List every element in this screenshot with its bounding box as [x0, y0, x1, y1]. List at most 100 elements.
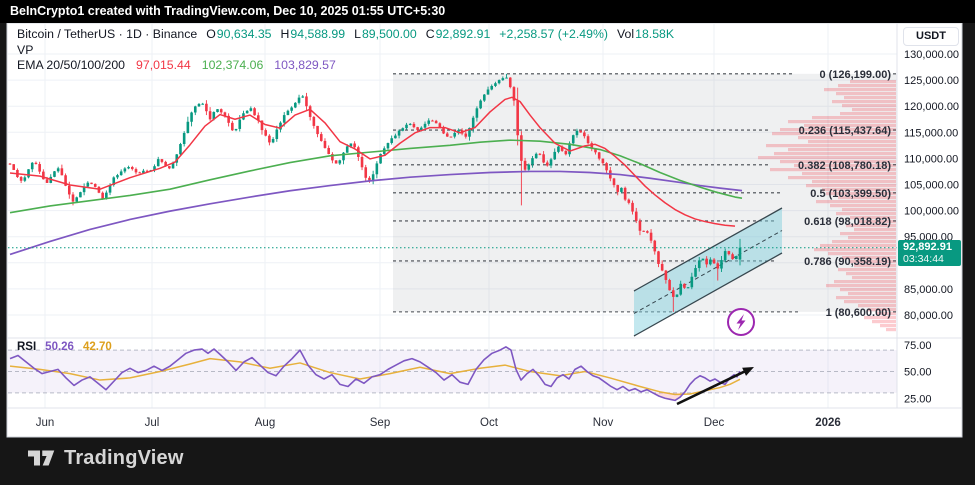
candle-body	[190, 112, 193, 121]
time-tick-label[interactable]: Aug	[255, 417, 275, 429]
last-price-value: 92,892.91	[903, 241, 961, 253]
candle-body	[75, 197, 78, 201]
candle-body	[335, 160, 338, 163]
candle-body	[539, 154, 542, 155]
attribution-bar: BeInCrypto1 created with TradingView.com…	[0, 0, 975, 23]
candle-body	[246, 111, 249, 113]
candle-body	[327, 148, 330, 154]
volume-profile-bar	[872, 320, 896, 323]
candle-body	[179, 144, 182, 154]
candle-body	[390, 138, 393, 143]
symbol-title[interactable]: Bitcoin / TetherUS · 1D · Binance	[17, 27, 197, 41]
fib-level-label: 0.382 (108,780.18)	[798, 160, 891, 172]
candle-body	[624, 188, 627, 200]
volume-profile-bar	[806, 184, 896, 187]
candle-body	[724, 251, 727, 260]
candle-body	[698, 260, 701, 268]
candle-body	[446, 133, 449, 136]
currency-chip[interactable]: USDT	[903, 27, 959, 46]
time-tick-label[interactable]: Jun	[36, 417, 55, 429]
candle-body	[324, 141, 327, 148]
fib-level-label: 0.5 (103,399.50)	[810, 188, 891, 200]
tradingview-logo[interactable]: TradingView	[28, 446, 184, 470]
candle-body	[301, 96, 304, 97]
candle-body	[135, 169, 138, 172]
candle-body	[613, 178, 616, 185]
candle-body	[490, 86, 493, 90]
candle-body	[253, 108, 256, 115]
candle-body	[535, 154, 538, 158]
candle-body	[24, 177, 27, 180]
volume-profile-bar	[832, 100, 896, 103]
chart-canvas[interactable]: 0 (126,199.00)0.236 (115,437.64)0.382 (1…	[0, 0, 975, 485]
ema-slow-value: 103,829.57	[274, 58, 336, 72]
candle-body	[661, 264, 664, 271]
fib-level-label: 1 (80,600.00)	[826, 307, 892, 319]
time-tick-label[interactable]: 2026	[815, 417, 841, 429]
candle-body	[313, 117, 316, 126]
rsi-tick-label: 50.00	[904, 367, 932, 379]
candle-body	[272, 139, 275, 142]
candle-body	[494, 83, 497, 86]
candle-body	[338, 160, 341, 163]
candle-body	[361, 157, 364, 167]
candle-body	[138, 172, 141, 173]
volume-profile-bar	[774, 152, 896, 155]
candle-body	[309, 106, 312, 117]
candle-body	[728, 251, 731, 254]
volume-profile-bar	[852, 276, 896, 279]
candle-body	[101, 193, 104, 199]
volume-profile-bar	[788, 120, 896, 123]
candle-body	[516, 101, 519, 136]
candle-body	[631, 203, 634, 212]
candle-body	[9, 164, 12, 165]
time-tick-label[interactable]: Oct	[480, 417, 499, 429]
volume-profile-bar	[844, 300, 896, 303]
candle-body	[739, 248, 742, 260]
symbol-legend[interactable]: Bitcoin / TetherUS · 1D · Binance O90,63…	[17, 27, 674, 41]
volume-profile-bar	[816, 200, 896, 203]
candle-body	[116, 175, 119, 177]
volume-profile-bar	[802, 172, 896, 175]
price-tick-label: 85,000.00	[904, 284, 953, 296]
candle-body	[416, 127, 419, 130]
indicator-vp-label[interactable]: VP	[17, 43, 33, 57]
footer-bar: TradingView	[0, 437, 975, 485]
candle-body	[531, 158, 534, 164]
candle-body	[605, 163, 608, 170]
candle-body	[583, 133, 586, 137]
tradingview-logo-icon	[28, 446, 55, 470]
candle-body	[427, 121, 430, 124]
candle-body	[553, 152, 556, 159]
candle-body	[27, 169, 30, 177]
candle-body	[479, 101, 482, 109]
volume-profile-bar	[836, 296, 896, 299]
volume-profile-bar	[840, 112, 896, 115]
candle-body	[435, 121, 438, 123]
candle-body	[364, 167, 367, 178]
candle-body	[598, 152, 601, 158]
time-tick-label[interactable]: Jul	[145, 417, 160, 429]
volume-profile-bar	[854, 228, 896, 231]
last-price-badge[interactable]: 92,892.91 03:34:44	[898, 240, 961, 266]
time-tick-label[interactable]: Sep	[370, 417, 390, 429]
candle-body	[94, 184, 97, 187]
candle-body	[476, 108, 479, 117]
time-tick-label[interactable]: Nov	[593, 417, 614, 429]
indicator-ema-legend[interactable]: EMA 20/50/100/200 97,015.44 102,374.06 1…	[17, 58, 336, 72]
candle-body	[401, 128, 404, 131]
candle-body	[394, 136, 397, 139]
candle-body	[127, 167, 130, 168]
candle-body	[657, 251, 660, 264]
rsi-legend[interactable]: RSI 50.26 42.70	[17, 341, 112, 353]
candle-body	[453, 133, 456, 137]
candle-body	[524, 161, 527, 170]
candle-body	[250, 108, 253, 111]
candle-body	[542, 154, 545, 162]
candle-body	[672, 290, 675, 297]
candle-body	[635, 212, 638, 221]
volume-profile-bar	[880, 324, 896, 327]
candle-body	[487, 89, 490, 94]
time-tick-label[interactable]: Dec	[704, 417, 725, 429]
volume-profile-bar	[840, 288, 896, 291]
